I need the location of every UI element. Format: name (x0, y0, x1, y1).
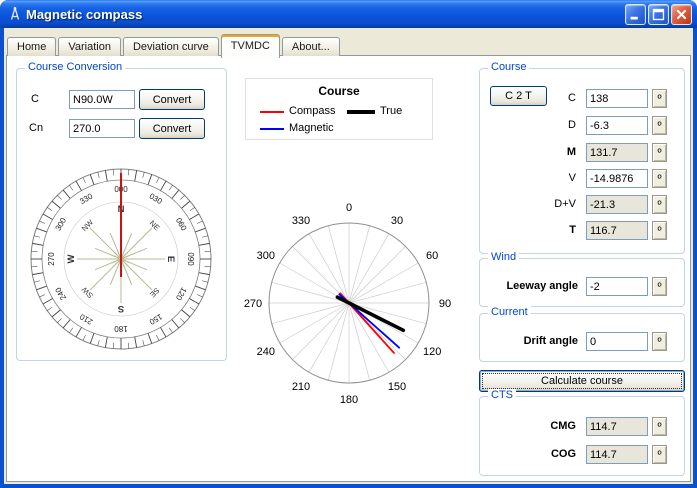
close-button[interactable] (671, 3, 692, 25)
close-icon (676, 9, 687, 19)
window-body: Home Variation Deviation curve TVMDC Abo… (4, 28, 693, 484)
svg-text:090: 090 (186, 252, 195, 266)
svg-text:150: 150 (388, 381, 406, 393)
leeway-angle-label: Leeway angle (506, 280, 578, 292)
window-controls (625, 3, 692, 25)
svg-text:330: 330 (292, 215, 310, 227)
window-title: Magnetic compass (26, 6, 143, 22)
app-icon (7, 6, 23, 22)
app-window: Magnetic compass Home Variation Deviatio… (0, 0, 697, 488)
cmg-label: CMG (550, 420, 576, 432)
course-polar-chart: 0 30 60 90 120 150 180 210 240 270 300 330 (244, 202, 451, 406)
cts-group: CTS CMG º COG º (479, 389, 685, 476)
tab-about[interactable]: About... (281, 37, 340, 56)
leeway-angle-input[interactable] (586, 277, 648, 296)
d-input[interactable] (586, 116, 648, 135)
svg-text:300: 300 (257, 250, 275, 262)
tab-deviation-curve[interactable]: Deviation curve (122, 37, 219, 56)
convert-cn-button[interactable]: Convert (139, 118, 205, 139)
svg-text:90: 90 (439, 298, 451, 310)
legend-title: Course (318, 84, 360, 98)
compass-rose: 000030060090120150180210240270300330NNEE… (30, 168, 212, 350)
wind-group-title: Wind (488, 251, 520, 263)
magnetic-line-sample-icon (260, 128, 284, 130)
v-degree-unit-button[interactable]: º (652, 169, 667, 188)
legend-magnetic-label: Magnetic (289, 122, 334, 134)
cog-degree-unit-button[interactable]: º (652, 445, 667, 464)
cog-label: COG (550, 448, 576, 460)
svg-text:60: 60 (426, 250, 438, 262)
convert-c-button[interactable]: Convert (139, 89, 205, 110)
c-course-label: C (568, 92, 576, 104)
svg-text:270: 270 (244, 298, 262, 310)
legend-compass-label: Compass (289, 105, 336, 117)
tvmdc-page: Course Conversion C Convert Cn Convert 0… (6, 55, 691, 482)
svg-text:S: S (118, 303, 124, 314)
svg-text:270: 270 (47, 252, 56, 266)
svg-text:120: 120 (423, 346, 441, 358)
svg-text:210: 210 (292, 381, 310, 393)
d-plus-v-label: D+V (554, 198, 576, 210)
svg-text:30: 30 (391, 215, 403, 227)
true-line-sample-icon (347, 110, 375, 114)
current-group-title: Current (488, 306, 531, 318)
svg-text:0: 0 (346, 202, 352, 214)
drift-angle-input[interactable] (586, 332, 648, 351)
v-input[interactable] (586, 169, 648, 188)
c-label: C (31, 93, 39, 105)
compass-line-sample-icon (260, 111, 284, 113)
cn-input[interactable] (69, 119, 135, 138)
drift-angle-label: Drift angle (523, 335, 578, 347)
tab-variation[interactable]: Variation (58, 37, 121, 56)
minimize-button[interactable] (625, 3, 646, 25)
svg-text:240: 240 (257, 346, 275, 358)
t-input[interactable] (586, 221, 648, 240)
minimize-icon (630, 16, 638, 19)
tab-tvmdc[interactable]: TVMDC (220, 34, 280, 58)
t-label: T (569, 224, 576, 236)
svg-text:180: 180 (340, 394, 358, 406)
c-input[interactable] (69, 90, 135, 109)
svg-text:180: 180 (114, 324, 128, 333)
c-degree-unit-button[interactable]: º (652, 89, 667, 108)
svg-text:E: E (165, 256, 176, 262)
c-course-input[interactable] (586, 89, 648, 108)
t-degree-unit-button[interactable]: º (652, 221, 667, 240)
titlebar: Magnetic compass (0, 0, 697, 28)
drift-degree-unit-button[interactable]: º (652, 332, 667, 351)
leeway-degree-unit-button[interactable]: º (652, 277, 667, 296)
cog-input[interactable] (586, 445, 648, 464)
course-conversion-group: Course Conversion C Convert Cn Convert 0… (16, 61, 227, 361)
cmg-degree-unit-button[interactable]: º (652, 417, 667, 436)
course-group-title: Course (488, 61, 530, 73)
d-plus-v-input[interactable] (586, 195, 648, 214)
course-conversion-title: Course Conversion (25, 61, 126, 73)
d-plus-v-degree-unit-button[interactable]: º (652, 195, 667, 214)
m-degree-unit-button[interactable]: º (652, 143, 667, 162)
wind-group: Wind Leeway angle º (479, 251, 685, 307)
maximize-icon (652, 8, 665, 20)
m-input[interactable] (586, 143, 648, 162)
v-label: V (568, 172, 576, 184)
cts-group-title: CTS (488, 389, 516, 401)
d-degree-unit-button[interactable]: º (652, 116, 667, 135)
current-group: Current Drift angle º (479, 306, 685, 362)
svg-text:W: W (66, 254, 77, 263)
legend-true-label: True (380, 105, 403, 117)
d-label: D (568, 119, 576, 131)
tab-home[interactable]: Home (7, 37, 57, 56)
cn-label: Cn (29, 122, 44, 134)
tab-bar: Home Variation Deviation curve TVMDC Abo… (7, 33, 342, 58)
m-label: M (566, 146, 576, 158)
cmg-input[interactable] (586, 417, 648, 436)
course-legend: Course Compass True Magnetic (245, 78, 433, 140)
course-group: Course C 2 T C º D º M º V º D+V º T (479, 61, 685, 254)
maximize-button[interactable] (648, 3, 669, 25)
